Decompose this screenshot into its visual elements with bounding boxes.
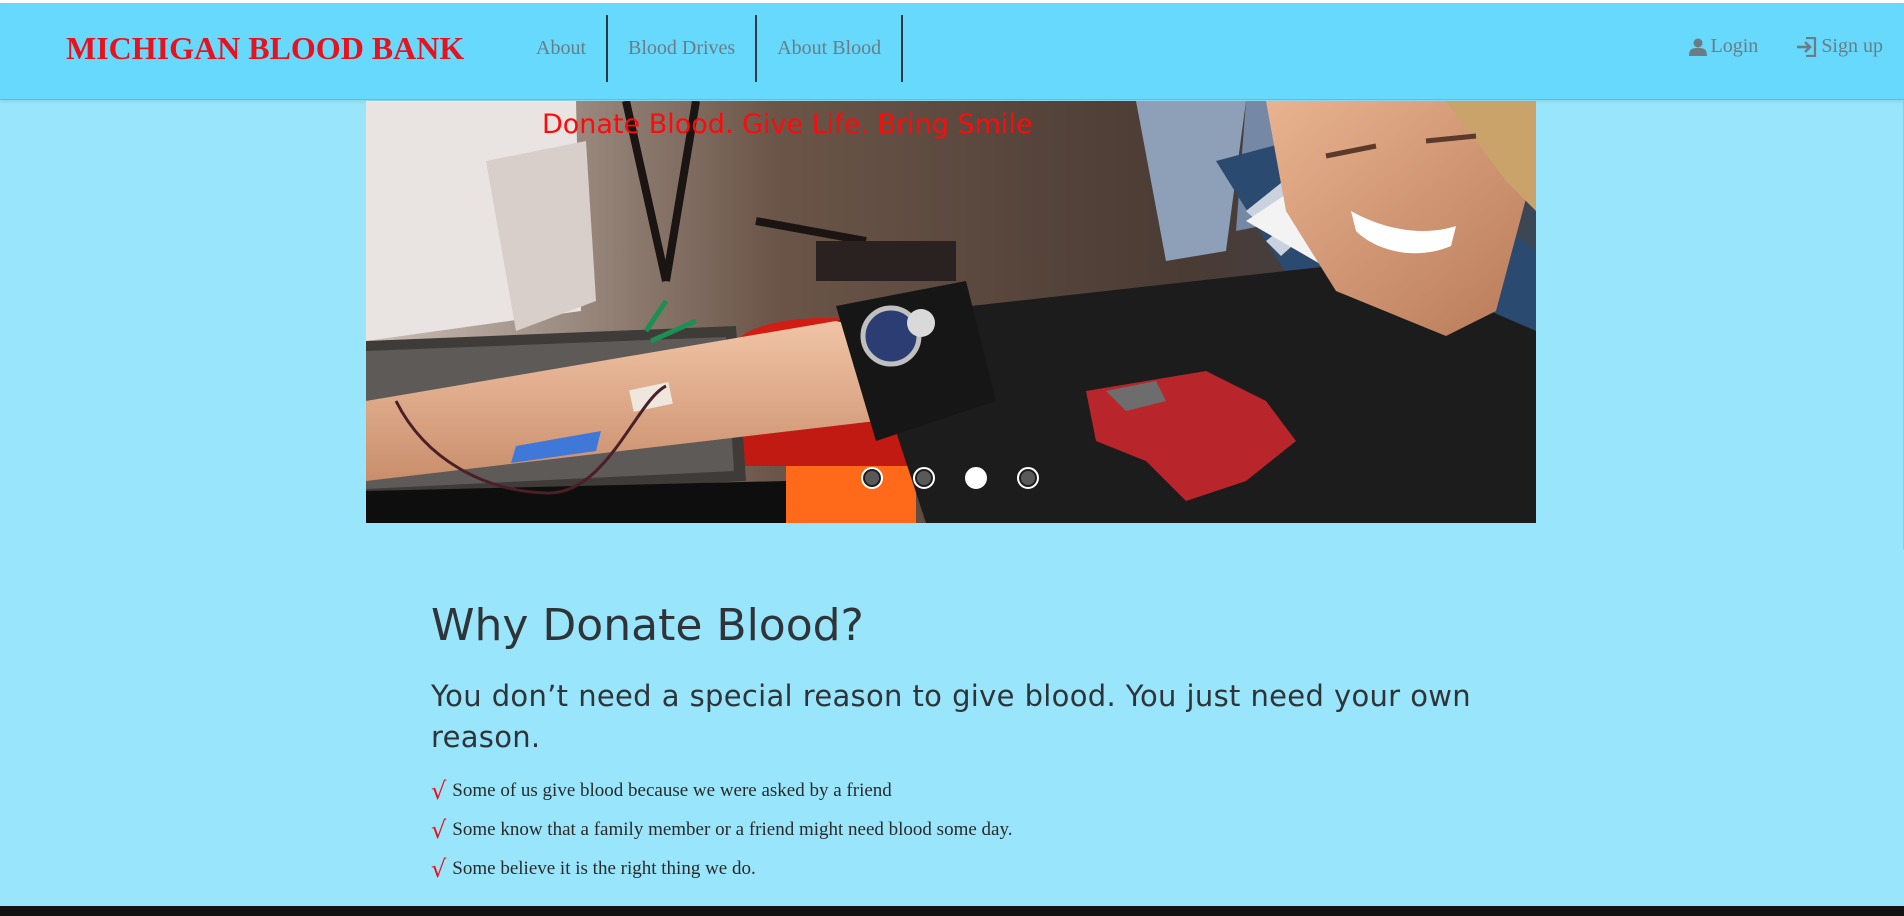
check-icon: √ xyxy=(431,816,447,845)
reason-item: √ Some of us give blood because we were … xyxy=(431,772,1471,811)
slide-image-blood-donor xyxy=(366,101,1536,523)
carousel-indicators xyxy=(861,467,1039,489)
nav-link-about-blood[interactable]: About Blood xyxy=(757,15,904,82)
carousel-caption: Donate Blood. Give Life. Bring Smile xyxy=(542,109,1033,140)
login-link[interactable]: Login xyxy=(1688,35,1759,58)
reasons-list: √ Some of us give blood because we were … xyxy=(431,772,1471,889)
why-donate-section: Why Donate Blood? You don’t need a speci… xyxy=(431,600,1471,889)
carousel-indicator-1[interactable] xyxy=(861,467,883,489)
reason-text: Some believe it is the right thing we do… xyxy=(452,858,756,880)
carousel-indicator-2[interactable] xyxy=(913,467,935,489)
bottom-edge xyxy=(0,906,1904,916)
section-lead: You don’t need a special reason to give … xyxy=(431,678,1471,754)
carousel-indicator-4[interactable] xyxy=(1017,467,1039,489)
hero-carousel[interactable]: Donate Blood. Give Life. Bring Smile xyxy=(366,101,1536,523)
signup-label: Sign up xyxy=(1821,35,1883,57)
reason-text: Some know that a family member or a frie… xyxy=(452,819,1013,841)
brand-logo[interactable]: MICHIGAN BLOOD BANK xyxy=(66,30,464,67)
reason-text: Some of us give blood because we were as… xyxy=(452,780,892,802)
login-label: Login xyxy=(1710,35,1759,57)
check-icon: √ xyxy=(431,777,447,806)
check-icon: √ xyxy=(431,855,447,884)
reason-item: √ Some believe it is the right thing we … xyxy=(431,850,1471,889)
reason-item: √ Some know that a family member or a fr… xyxy=(431,811,1471,850)
carousel-indicator-3[interactable] xyxy=(965,467,987,489)
signup-link[interactable]: Sign up xyxy=(1796,35,1883,58)
nav-link-blood-drives[interactable]: Blood Drives xyxy=(608,15,758,82)
nav-link-about[interactable]: About xyxy=(516,15,608,82)
user-icon xyxy=(1688,38,1707,56)
nav-auth: Login Sign up xyxy=(1650,35,1883,58)
nav-links: About Blood Drives About Blood xyxy=(516,15,904,82)
navbar: MICHIGAN BLOOD BANK About Blood Drives A… xyxy=(0,3,1904,100)
sign-in-icon xyxy=(1797,36,1817,57)
section-heading: Why Donate Blood? xyxy=(431,600,864,651)
